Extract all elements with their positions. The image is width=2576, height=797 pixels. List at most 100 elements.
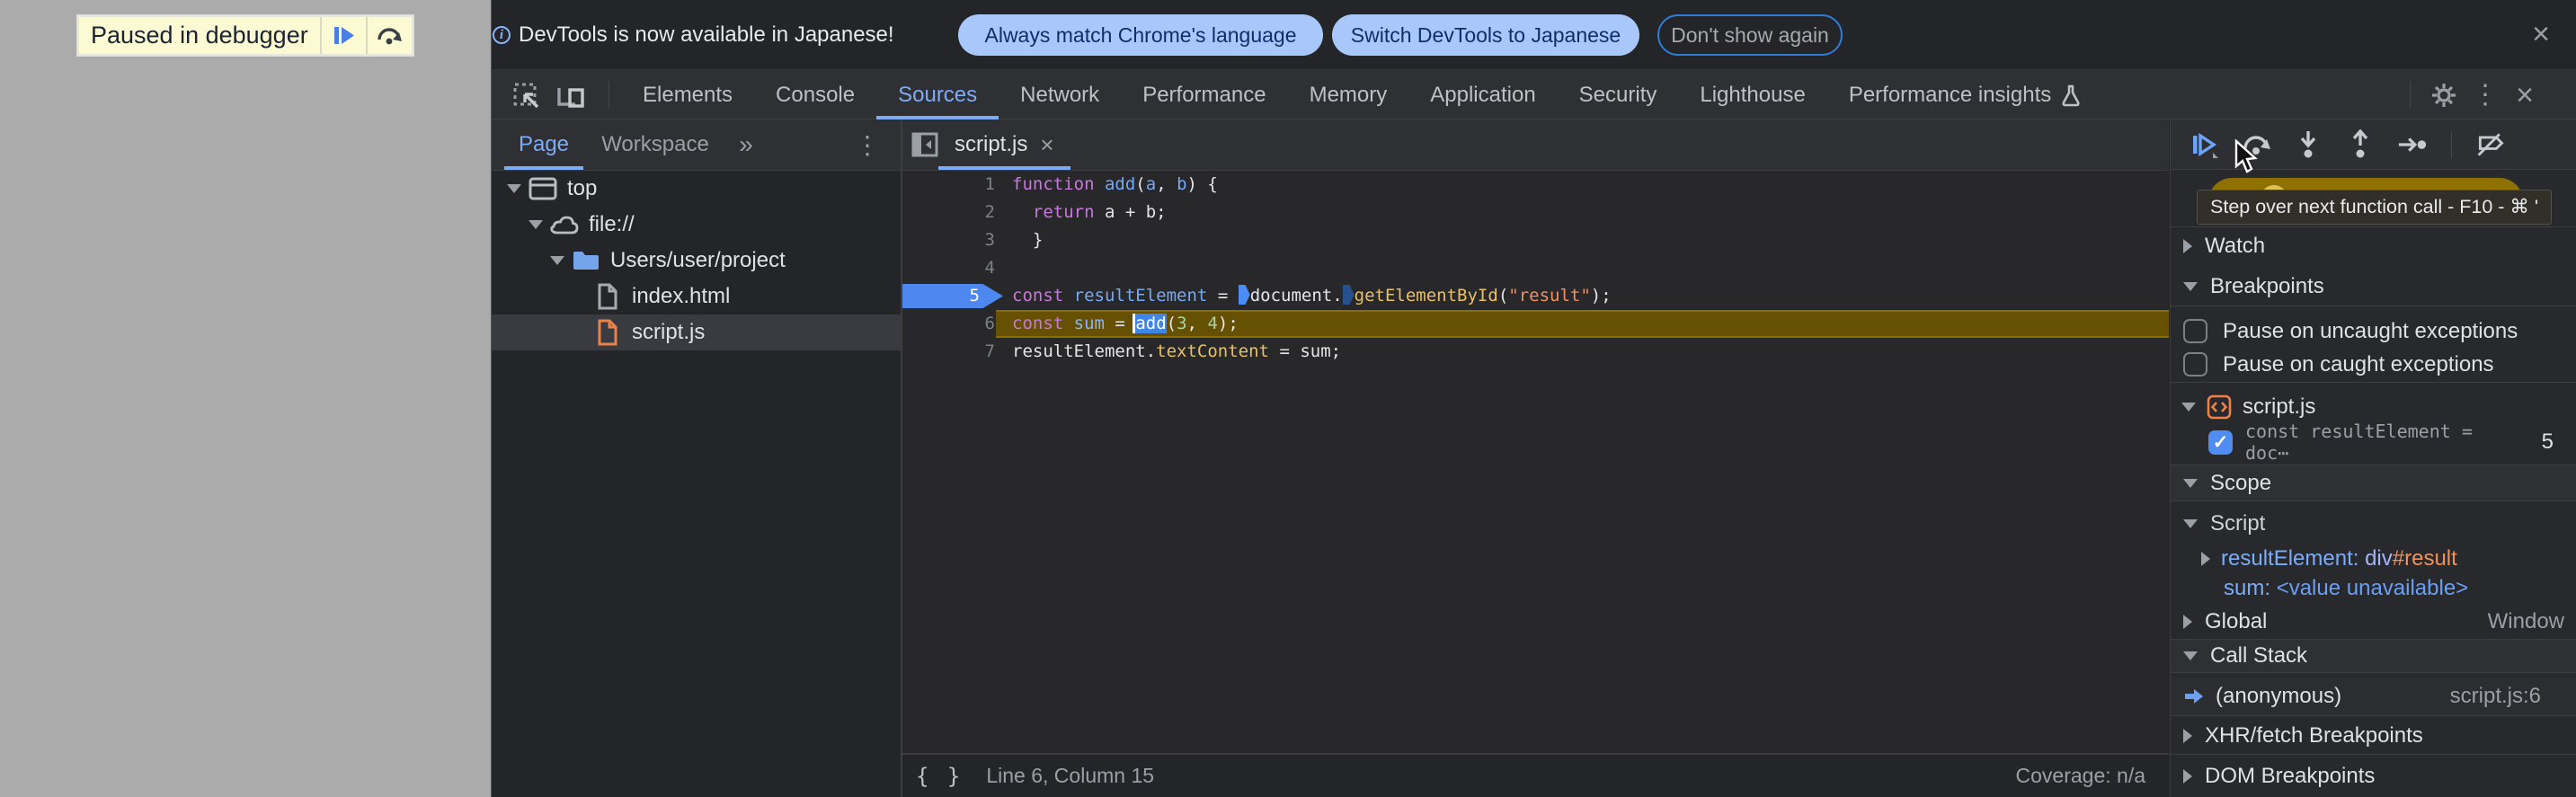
navigator-kebab-menu-icon[interactable]: ⋮ (848, 120, 887, 170)
deactivate-breakpoints-button[interactable] (2475, 129, 2506, 160)
editor-tab-scriptjs[interactable]: script.js × (938, 120, 1070, 170)
call-frame-anonymous[interactable]: (anonymous) script.js:6 (2171, 677, 2576, 716)
resume-button[interactable] (2189, 129, 2219, 160)
section-scope[interactable]: Scope (2171, 465, 2576, 501)
chevron-right-icon (2183, 769, 2192, 784)
breakpoint-group-scriptjs[interactable]: script.js (2171, 390, 2576, 424)
script-file-icon (2207, 394, 2232, 420)
infobar-close-button[interactable]: × (2521, 14, 2561, 54)
more-tabs-icon[interactable]: » (724, 120, 768, 170)
code-line-2[interactable]: 2 return a + b; (902, 199, 2169, 226)
inline-breakpoint-marker-active[interactable] (1238, 285, 1250, 305)
panel-tab-security[interactable]: Security (1558, 70, 1679, 120)
panel-tab-elements[interactable]: Elements (621, 70, 754, 120)
code-line-4[interactable]: 4 (902, 254, 2169, 282)
checkbox-unchecked[interactable] (2183, 352, 2207, 376)
panel-tab-lighthouse[interactable]: Lighthouse (1678, 70, 1826, 120)
info-icon: i (493, 26, 511, 44)
navigator-tabbar: Page Workspace » ⋮ (492, 120, 902, 171)
chevron-down-icon[interactable] (507, 184, 521, 193)
navigator-tab-page[interactable]: Page (504, 120, 583, 170)
dont-show-again-button[interactable]: Don't show again (1657, 14, 1843, 56)
chevron-right-icon (2183, 239, 2192, 253)
scope-var-resultelement[interactable]: resultElement: div#result (2171, 542, 2576, 575)
code-line-6[interactable]: 6 const sum = add(3, 4); (902, 310, 2169, 338)
devtools-close-button[interactable]: × (2505, 75, 2545, 115)
collapse-sidebar-icon[interactable] (911, 132, 938, 157)
resume-script-button[interactable] (322, 17, 366, 54)
active-tab-underline (504, 166, 583, 170)
divider (608, 81, 609, 108)
code-line-7[interactable]: 7 resultElement.textContent = sum; (902, 338, 2169, 366)
line-number[interactable]: 6 (902, 310, 995, 338)
tree-item-file-[interactable]: file:// (492, 207, 901, 243)
switch-devtools-japanese-button[interactable]: Switch DevTools to Japanese (1332, 14, 1639, 56)
device-toolbar-icon[interactable] (557, 83, 588, 110)
section-xhr-breakpoints[interactable]: XHR/fetch Breakpoints (2171, 719, 2576, 753)
checkbox-unchecked[interactable] (2183, 319, 2207, 343)
panel-tab-performance[interactable]: Performance (1121, 70, 1287, 120)
line-number[interactable]: 3 (902, 226, 995, 254)
kebab-menu-icon[interactable]: ⋮ (2465, 75, 2505, 115)
code-line-3[interactable]: 3 } (902, 226, 2169, 254)
inspect-icon[interactable] (512, 82, 541, 111)
pretty-print-icon[interactable]: { } (916, 764, 963, 789)
tree-item-script-js[interactable]: script.js (492, 314, 901, 350)
step-over-button-banner[interactable] (368, 17, 412, 54)
settings-gear-icon[interactable] (2429, 80, 2459, 111)
breakpoint-entry[interactable]: ✓ const resultElement = doc⋯ 5 (2171, 421, 2576, 464)
line-number[interactable]: 2 (902, 199, 995, 226)
step-out-icon (2352, 128, 2368, 157)
pause-uncaught-row[interactable]: Pause on uncaught exceptions (2171, 314, 2576, 348)
tab-close-icon[interactable]: × (1040, 131, 1053, 159)
section-watch[interactable]: Watch (2171, 229, 2576, 263)
panel-tab-console[interactable]: Console (754, 70, 876, 120)
step-out-button[interactable] (2345, 128, 2376, 160)
devtools-window: i DevTools is now available in Japanese!… (491, 0, 2576, 797)
section-dom-breakpoints[interactable]: DOM Breakpoints (2171, 759, 2576, 793)
scope-script-group[interactable]: Script (2171, 507, 2576, 540)
panel-tab-application[interactable]: Application (1408, 70, 1557, 120)
js-file-icon (598, 319, 617, 346)
pause-caught-row[interactable]: Pause on caught exceptions (2171, 348, 2576, 381)
section-breakpoints[interactable]: Breakpoints (2171, 270, 2576, 304)
source-editor[interactable]: 1 function add(a, b) {2 return a + b; 3 } 4… (902, 171, 2169, 753)
always-match-language-button[interactable]: Always match Chrome's language (958, 14, 1323, 56)
editor-statusbar: { } Line 6, Column 15 Coverage: n/a (902, 753, 2169, 797)
resume-icon (333, 27, 354, 44)
checkbox-checked[interactable]: ✓ (2208, 429, 2233, 455)
navigator-tab-workspace[interactable]: Workspace (596, 120, 715, 170)
panel-tab-performance-insights[interactable]: Performance insights (1827, 70, 2103, 120)
panel-tabs: Elements Console Sources Network Performance… (621, 70, 2103, 120)
chevron-down-icon (2181, 403, 2196, 412)
line-number[interactable]: 7 (902, 338, 995, 366)
coverage-label: Coverage: n/a (2015, 764, 2145, 787)
paused-call-highlight: add (1133, 314, 1167, 333)
section-call-stack[interactable]: Call Stack (2171, 639, 2576, 673)
scope-var-sum[interactable]: sum: <value unavailable> (2171, 571, 2576, 605)
tree-item-users-user-project[interactable]: Users/user/project (492, 243, 901, 279)
paused-banner-label: Paused in debugger (91, 22, 308, 49)
code-line-1[interactable]: 1 function add(a, b) { (902, 171, 2169, 199)
panel-tab-network[interactable]: Network (999, 70, 1121, 120)
step-button[interactable] (2397, 129, 2428, 160)
tree-item-top[interactable]: top (492, 171, 901, 207)
breakpoint-marker[interactable]: 5 (902, 284, 1003, 308)
panel-tab-sources[interactable]: Sources (876, 70, 999, 120)
tree-item-index-html[interactable]: index.html (492, 279, 901, 314)
inline-breakpoint-marker[interactable] (1342, 285, 1355, 305)
chevron-down-icon (2183, 478, 2198, 488)
chevron-down-icon[interactable] (550, 256, 564, 265)
scope-global-group[interactable]: Global Window (2171, 605, 2576, 638)
code-line-5[interactable]: 5 const resultElement = document. getEleme… (902, 282, 2169, 310)
step-into-button[interactable] (2293, 129, 2323, 160)
chevron-down-icon[interactable] (529, 220, 543, 229)
panel-tab-memory[interactable]: Memory (1288, 70, 1409, 120)
cloud-icon (550, 216, 579, 235)
devtools-main-toolbar: Elements Console Sources Network Performance… (492, 70, 2576, 120)
divider (2451, 130, 2452, 158)
step-over-icon (378, 27, 403, 44)
divider (2171, 754, 2576, 755)
line-number[interactable]: 1 (902, 171, 995, 199)
line-number[interactable]: 4 (902, 254, 995, 282)
